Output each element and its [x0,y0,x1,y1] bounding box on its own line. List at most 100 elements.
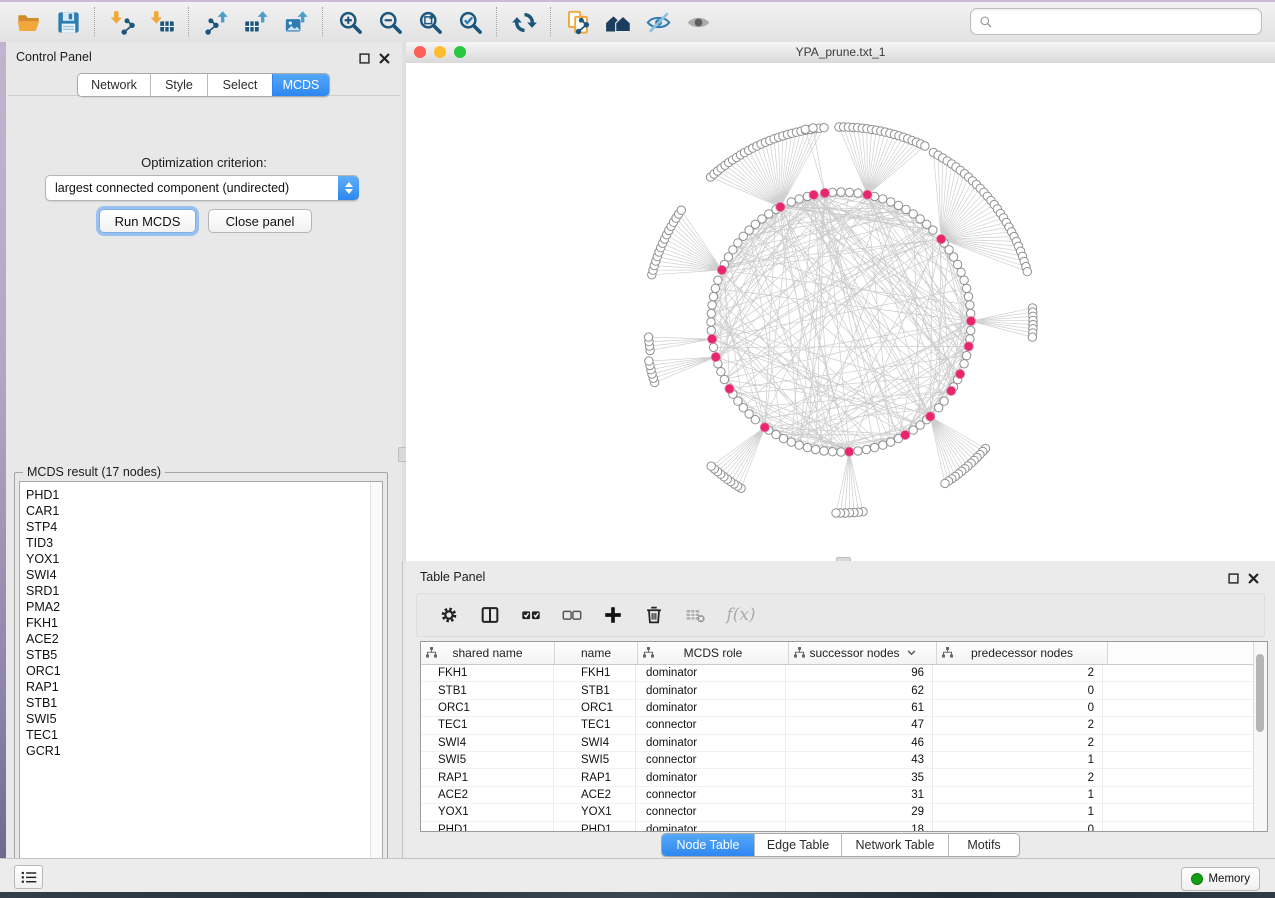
table-row[interactable]: PHD1PHD1dominator180 [421,822,1267,832]
close-panel-icon[interactable] [379,51,390,69]
search-box[interactable] [970,8,1262,35]
mcds-result-item[interactable]: RAP1 [20,679,382,695]
graph-node[interactable] [717,368,725,376]
graph-node[interactable] [879,195,887,203]
graph-node[interactable] [811,445,819,453]
mcds-result-item[interactable]: ACE2 [20,631,382,647]
close-panel-button[interactable]: Close panel [208,209,312,233]
graph-node[interactable] [962,284,970,292]
graph-node[interactable] [837,188,845,196]
graph-node[interactable] [803,443,811,451]
network-graph[interactable] [406,63,1275,561]
graph-node[interactable] [960,360,968,368]
graph-node[interactable] [960,276,968,284]
dominator-node[interactable] [947,386,956,395]
optimization-select[interactable]: largest connected component (undirected) [45,175,359,201]
mcds-result-item[interactable]: ORC1 [20,663,382,679]
float-panel-icon[interactable] [359,51,370,69]
column-header-predecessor-nodes[interactable]: predecessor nodes [937,642,1108,664]
show-panels-button[interactable] [14,865,43,889]
tab-style[interactable]: Style [150,74,207,96]
graph-node[interactable] [708,301,716,309]
zoom-selected-button[interactable] [450,5,490,39]
graph-node[interactable] [720,375,728,383]
graph-node[interactable] [787,198,795,206]
list-scrollbar[interactable] [370,482,382,876]
graph-node[interactable] [862,445,870,453]
memory-button[interactable]: Memory [1181,867,1260,891]
export-network-button[interactable] [196,5,236,39]
search-input[interactable] [999,14,1261,30]
column-header-successor-nodes[interactable]: successor nodes [789,642,937,664]
graph-node[interactable] [966,301,974,309]
graph-node[interactable] [935,404,943,412]
graph-node[interactable] [870,443,878,451]
graph-node[interactable] [921,142,929,150]
mcds-result-item[interactable]: PMA2 [20,599,382,615]
dominator-node[interactable] [863,190,872,199]
graph-node[interactable] [677,206,685,214]
graph-node[interactable] [645,357,653,365]
tab-network-table[interactable]: Network Table [841,834,948,856]
tab-select[interactable]: Select [207,74,272,96]
table-scrollbar[interactable] [1253,642,1267,831]
run-mcds-button[interactable]: Run MCDS [99,209,196,233]
graph-node[interactable] [828,448,836,456]
mcds-result-list[interactable]: PHD1CAR1STP4TID3YOX1SWI4SRD1PMA2FKH1ACE2… [19,481,383,877]
dominator-node[interactable] [926,412,935,421]
add-column-button[interactable] [601,603,625,627]
graph-node[interactable] [854,447,862,455]
function-builder-button[interactable]: f(x) [724,603,758,627]
table-row[interactable]: YOX1YOX1connector291 [421,804,1267,821]
graph-node[interactable] [711,284,719,292]
first-neighbors-button[interactable] [598,5,638,39]
export-image-button[interactable] [276,5,316,39]
column-header-name[interactable]: name [555,642,638,664]
network-canvas[interactable] [406,63,1275,561]
graph-node[interactable] [707,462,715,470]
mcds-result-item[interactable]: TEC1 [20,727,382,743]
open-file-button[interactable] [8,5,48,39]
tab-node-table[interactable]: Node Table [662,834,754,856]
graph-node[interactable] [707,318,715,326]
table-row[interactable]: ACE2ACE2connector311 [421,787,1267,804]
mcds-result-item[interactable]: SWI5 [20,711,382,727]
close-table-panel-icon[interactable] [1248,571,1259,589]
column-panel-button[interactable] [478,603,502,627]
graph-node[interactable] [962,351,970,359]
graph-node[interactable] [709,292,717,300]
graph-node[interactable] [953,260,961,268]
import-network-button[interactable] [102,5,142,39]
graph-node[interactable] [879,441,887,449]
mcds-result-item[interactable]: YOX1 [20,551,382,567]
column-header-shared-name[interactable]: shared name [421,642,555,664]
refresh-button[interactable] [504,5,544,39]
tab-motifs[interactable]: Motifs [948,834,1019,856]
import-table-button[interactable] [142,5,182,39]
delete-column-button[interactable] [642,603,666,627]
dominator-node[interactable] [725,384,734,393]
dominator-node[interactable] [760,423,769,432]
mcds-result-item[interactable]: SRD1 [20,583,382,599]
column-header-MCDS-role[interactable]: MCDS role [638,642,789,664]
graph-node[interactable] [801,125,809,133]
table-row[interactable]: TEC1TEC1connector472 [421,717,1267,734]
dominator-node[interactable] [964,342,973,351]
graph-node[interactable] [795,195,803,203]
clone-network-button[interactable] [558,5,598,39]
graph-node[interactable] [929,226,937,234]
zoom-fit-button[interactable] [410,5,450,39]
graph-node[interactable] [832,509,840,517]
tab-edge-table[interactable]: Edge Table [754,834,841,856]
mcds-result-item[interactable]: SWI4 [20,567,382,583]
table-row[interactable]: RAP1RAP1dominator352 [421,769,1267,786]
graph-node[interactable] [787,438,795,446]
float-table-panel-icon[interactable] [1228,571,1239,589]
table-row[interactable]: ORC1ORC1dominator610 [421,700,1267,717]
table-scrollbar-thumb[interactable] [1256,654,1264,732]
table-row[interactable]: SWI4SWI4dominator462 [421,735,1267,752]
dominator-node[interactable] [711,352,720,361]
graph-node[interactable] [957,268,965,276]
mcds-result-item[interactable]: TID3 [20,535,382,551]
dominator-node[interactable] [776,202,785,211]
